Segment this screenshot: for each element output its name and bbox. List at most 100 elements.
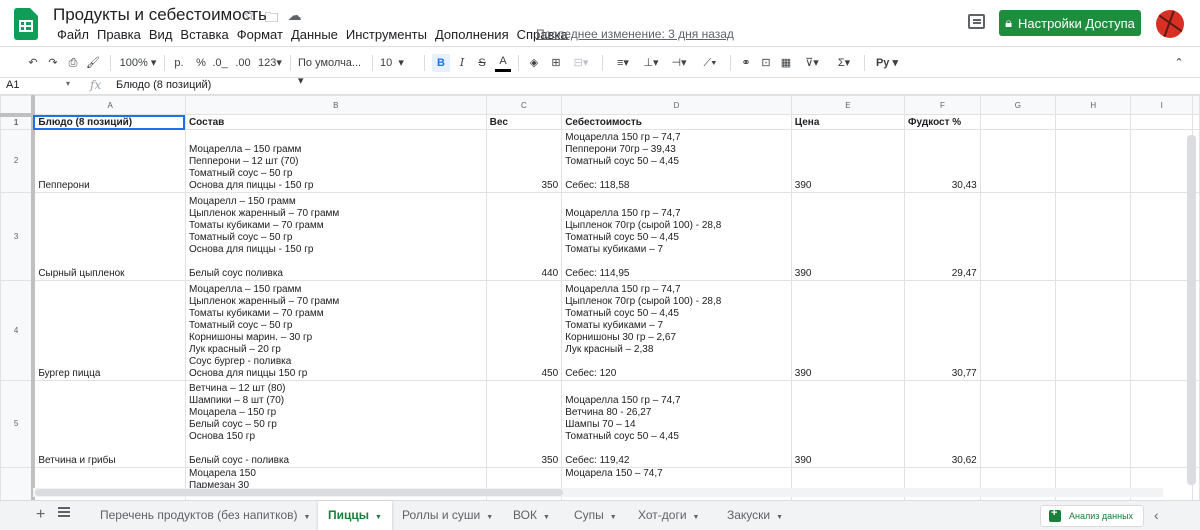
menu-item[interactable]: Файл [53, 27, 93, 42]
merge-cells-icon[interactable]: ⊟▾ [570, 54, 592, 72]
share-button[interactable]: 🔒︎ Настройки Доступа [999, 10, 1141, 36]
cell[interactable]: 390 [790, 192, 906, 281]
vertical-align-icon[interactable]: ⊥▾ [640, 54, 662, 72]
cell[interactable] [1130, 192, 1193, 281]
row-header[interactable] [0, 467, 36, 500]
cell[interactable] [979, 280, 1057, 381]
menu-item[interactable]: Дополнения [431, 27, 513, 42]
cell[interactable]: Моцарелла 150 гр – 74,7 Цыпленок 70гр (с… [561, 192, 792, 281]
cell[interactable] [1055, 380, 1132, 468]
select-all-corner[interactable] [0, 95, 36, 117]
tab-menu-caret-icon[interactable]: ▼ [776, 514, 783, 521]
italic-button[interactable]: I [454, 54, 470, 72]
undo-icon[interactable]: ↶ [26, 54, 40, 72]
cell[interactable] [979, 114, 1057, 130]
cell[interactable] [979, 129, 1057, 193]
menu-item[interactable]: Формат [233, 27, 287, 42]
row-header[interactable]: 2 [0, 129, 36, 193]
add-sheet-icon[interactable]: + [36, 506, 45, 524]
all-sheets-icon[interactable] [58, 507, 70, 517]
name-box[interactable]: A1 [6, 79, 19, 91]
horizontal-scrollbar[interactable] [35, 489, 563, 496]
decrease-decimal-button[interactable]: .0_ [212, 54, 228, 72]
row-header[interactable]: 3 [0, 192, 36, 281]
cell[interactable] [1130, 114, 1193, 130]
row-header[interactable]: 5 [0, 380, 36, 468]
column-header[interactable] [1192, 95, 1200, 115]
cell[interactable]: Моцарелла – 150 грамм Пепперони – 12 шт … [184, 129, 487, 193]
increase-decimal-button[interactable]: .00 [234, 54, 252, 72]
cell[interactable] [1055, 129, 1132, 193]
row-header[interactable]: 1 [0, 114, 36, 130]
cell[interactable]: 30,77 [904, 280, 981, 381]
cell[interactable] [979, 380, 1057, 468]
insert-link-icon[interactable]: ⚭ [738, 54, 754, 72]
cell[interactable] [1055, 114, 1132, 130]
sheet-tab[interactable]: ВОК ▼ [503, 501, 560, 530]
column-header[interactable]: D [561, 95, 792, 115]
tab-menu-caret-icon[interactable]: ▼ [610, 514, 617, 521]
cell[interactable]: Ветчина и грибы [32, 380, 186, 468]
column-header[interactable]: H [1055, 95, 1132, 115]
cell[interactable]: 440 [485, 192, 563, 281]
insert-chart-icon[interactable]: ▦ [778, 54, 794, 72]
borders-icon[interactable]: ⊞ [548, 54, 564, 72]
insert-comment-icon[interactable]: ⊡ [758, 54, 774, 72]
sheet-tab[interactable]: Закуски ▼ [717, 501, 793, 530]
sheet-tab[interactable]: Супы ▼ [564, 501, 627, 530]
percent-format-button[interactable]: % [194, 54, 208, 72]
cell[interactable]: Ветчина – 12 шт (80) Шампики – 8 шт (70)… [184, 380, 487, 468]
column-header[interactable]: C [485, 95, 563, 115]
menu-item[interactable]: Вид [145, 27, 177, 42]
sheet-tab[interactable]: Хот-доги ▼ [628, 501, 709, 530]
cell[interactable]: Моцарелл – 150 грамм Цыпленок жаренный –… [184, 192, 487, 281]
cell[interactable] [1192, 114, 1200, 130]
cell[interactable]: Бургер пицца [32, 280, 186, 381]
explore-button[interactable]: Анализ данных [1040, 505, 1144, 527]
column-header[interactable]: F [904, 95, 981, 115]
cell[interactable]: 30,43 [904, 129, 981, 193]
bold-button[interactable]: B [432, 54, 450, 72]
tab-menu-caret-icon[interactable]: ▼ [486, 514, 493, 521]
cell[interactable]: Себестоимость [561, 114, 792, 130]
filter-icon[interactable]: ⊽▾ [800, 54, 824, 72]
sheets-logo-icon[interactable] [14, 8, 38, 40]
cell[interactable]: Блюдо (8 позиций) [32, 114, 186, 130]
text-color-button[interactable]: A [495, 54, 511, 72]
cell[interactable]: 390 [790, 129, 906, 193]
menu-item[interactable]: Вставка [176, 27, 232, 42]
currency-format-button[interactable]: р. [172, 54, 186, 72]
more-formats-select[interactable]: 123▾ [256, 54, 284, 72]
input-tools-select[interactable]: Ру ▾ [872, 54, 902, 72]
cell[interactable]: 30,62 [904, 380, 981, 468]
column-header[interactable]: B [184, 95, 487, 115]
font-family-select[interactable]: По умолча... ▾ [298, 54, 368, 87]
collapse-toolbar-icon[interactable]: ⌃ [1172, 54, 1186, 72]
side-panel-chevron-icon[interactable]: ‹ [1154, 507, 1159, 523]
cell[interactable]: Моцарелла 150 гр – 74,7 Пепперони 70гр –… [561, 129, 792, 193]
cell[interactable]: Цена [790, 114, 906, 130]
tab-menu-caret-icon[interactable]: ▼ [543, 514, 550, 521]
cell[interactable]: 390 [790, 380, 906, 468]
cell[interactable] [1130, 380, 1193, 468]
cell[interactable]: Моцарелла 150 гр – 74,7 Цыпленок 70гр (с… [561, 280, 792, 381]
cell[interactable] [1055, 192, 1132, 281]
redo-icon[interactable]: ↷ [46, 54, 60, 72]
cell[interactable]: Фудкост % [904, 114, 981, 130]
font-size-select[interactable]: 10 ▾ [380, 54, 414, 72]
paint-format-icon[interactable]: 🖌︎ [86, 54, 100, 72]
cell[interactable] [979, 192, 1057, 281]
tab-menu-caret-icon[interactable]: ▼ [693, 514, 700, 521]
row-header[interactable]: 4 [0, 280, 36, 381]
zoom-select[interactable]: 100% ▾ [118, 54, 158, 72]
sheet-tab[interactable]: Роллы и суши ▼ [392, 501, 503, 530]
name-box-dropdown-icon[interactable]: ▾ [66, 79, 70, 88]
last-edit-link[interactable]: Последнее изменение: 3 дня назад [536, 27, 734, 41]
cell[interactable]: 390 [790, 280, 906, 381]
formula-input[interactable]: Блюдо (8 позиций) [116, 79, 211, 91]
cell[interactable] [1055, 280, 1132, 381]
text-wrap-icon[interactable]: ⊣▾ [668, 54, 690, 72]
menu-item[interactable]: Инструменты [342, 27, 431, 42]
sheet-tab[interactable]: Пиццы ▼ [318, 501, 392, 530]
cell[interactable]: 450 [485, 280, 563, 381]
